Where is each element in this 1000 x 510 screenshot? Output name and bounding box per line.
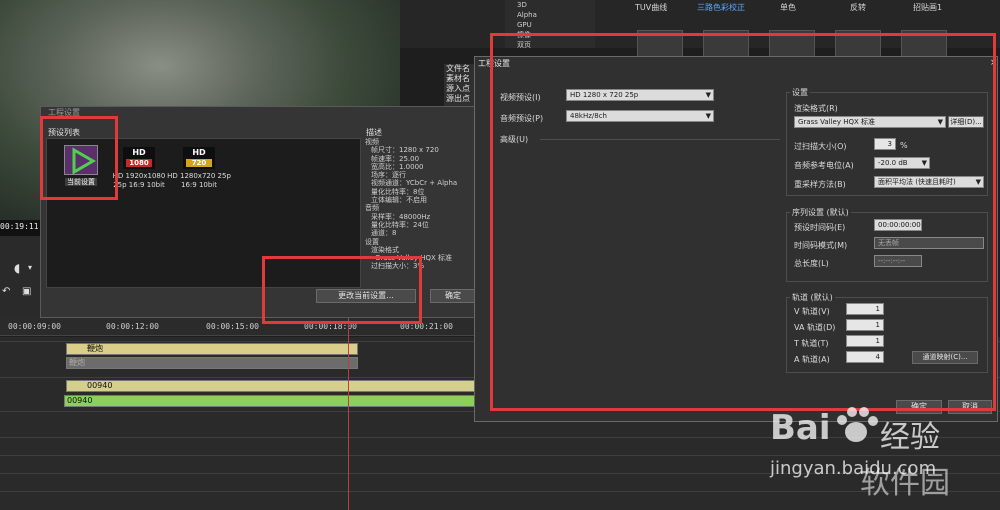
preset-label: HD 1920x1080 (112, 172, 166, 180)
clip-video[interactable]: 00940 (66, 380, 476, 392)
clip-title[interactable]: 鞭炮 (66, 343, 358, 355)
tree-item[interactable]: GPU (505, 20, 595, 30)
desc-line: 量化比特率：8位 (371, 187, 425, 196)
tree-item[interactable]: 3D (505, 0, 595, 10)
playhead[interactable] (348, 318, 349, 510)
track-divider (0, 455, 1000, 456)
desc-line: 设置 (365, 237, 379, 246)
desc-line: 音频 (365, 204, 379, 213)
preset-hd720[interactable]: HD 720 HD 1280x720 25p 16:9 10bit (167, 147, 231, 190)
tree-item[interactable]: Alpha (505, 10, 595, 20)
ok-button[interactable]: 确定 (430, 289, 476, 303)
property-label: 素材名 (446, 74, 470, 83)
marker-icon[interactable]: ◖ (14, 261, 20, 275)
property-label: 源出点 (446, 94, 470, 103)
property-label: 文件名 (446, 64, 470, 73)
desc-line: 通道：8 (371, 229, 397, 238)
desc-line: 帧速率：25.00 (371, 154, 420, 163)
ruler-label: 00:00:09:00 (8, 322, 61, 331)
preset-label: HD 1280x720 25p (167, 172, 231, 180)
tool-strip: ◖ ▾ ↶ ▣ (0, 236, 42, 326)
clip-audio[interactable]: 00940 (64, 395, 476, 407)
fx-tab-strip: TUV曲线 三路色彩校正 单色 反转 招贴画1 (615, 0, 1000, 14)
ruler-label: 00:00:12:00 (106, 322, 159, 331)
paw-icon (834, 404, 878, 450)
desc-line: 渲染格式 (371, 245, 399, 254)
save-icon[interactable]: ▣ (22, 286, 31, 297)
preset-hd1080[interactable]: HD 1080 HD 1920x1080 25p 16:9 10bit (109, 147, 169, 190)
timecode-display: 00:19:11 (0, 222, 39, 231)
undo-icon[interactable]: ↶ (2, 286, 10, 297)
fx-tab[interactable]: 反转 (850, 2, 866, 13)
desc-line: 立体编辑：不启用 (371, 196, 427, 205)
highlight-box (490, 33, 996, 411)
preset-sub: 16:9 10bit (181, 181, 217, 189)
hd-1080-icon: HD 1080 (123, 147, 155, 169)
fx-tab[interactable]: 招贴画1 (913, 2, 942, 13)
dropdown-icon[interactable]: ▾ (28, 263, 32, 272)
clip-sub[interactable]: 鞭炮 (66, 357, 358, 369)
property-label: 源入点 (446, 84, 470, 93)
track-divider (0, 491, 1000, 492)
watermark-site: 软件园 (860, 466, 950, 501)
hd-720-icon: HD 720 (183, 147, 215, 169)
fx-tab[interactable]: TUV曲线 (635, 2, 667, 13)
fx-tab[interactable]: 单色 (780, 2, 796, 13)
desc-line: 视频通道：YCbCr + Alpha (371, 179, 458, 188)
desc-line: 宽高比：1.0000 (371, 162, 424, 171)
fx-tab-active[interactable]: 三路色彩校正 (697, 2, 745, 13)
highlight-box (40, 116, 118, 200)
watermark-text: 经验 (880, 420, 940, 455)
desc-line: 采样率：48000Hz (371, 212, 431, 221)
desc-line: 帧尺寸：1280 x 720 (371, 146, 439, 155)
highlight-box (262, 256, 422, 324)
preset-sub: 25p 16:9 10bit (113, 181, 165, 189)
description-title: 描述 (366, 128, 382, 137)
ruler-label: 00:00:15:00 (206, 322, 259, 331)
watermark-logo: Bai (770, 408, 831, 448)
clip-properties-panel: 文件名 素材名 源入点 源出点 (444, 64, 478, 108)
